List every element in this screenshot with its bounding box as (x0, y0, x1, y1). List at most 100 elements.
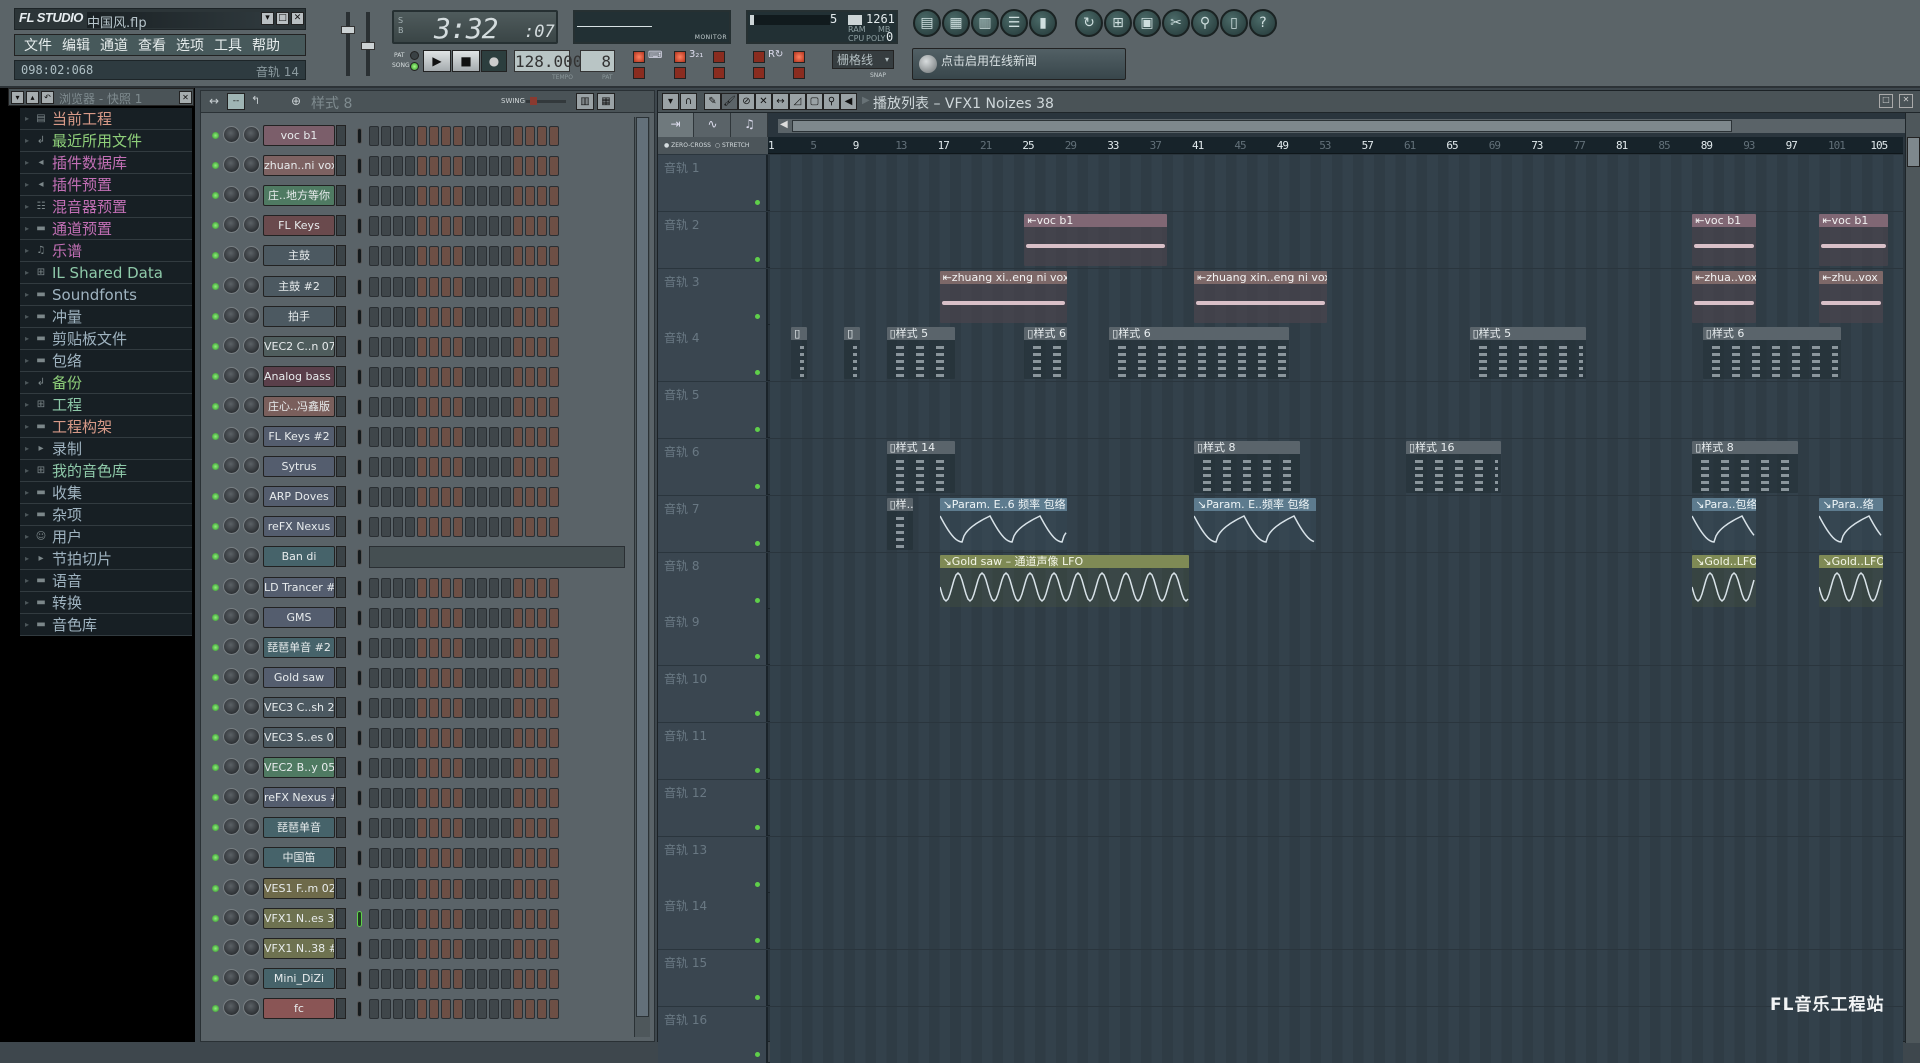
step-button[interactable] (477, 246, 487, 267)
browser-item[interactable]: ▸ ▬ 包络 (20, 350, 192, 372)
step-button[interactable] (369, 697, 379, 718)
step-button[interactable] (453, 878, 463, 899)
step-button[interactable] (393, 848, 403, 869)
step-button[interactable] (537, 246, 547, 267)
step-button[interactable] (489, 216, 499, 237)
browser-item[interactable]: ▸ ▬ 工程构架 (20, 416, 192, 438)
track-enable-led[interactable] (755, 427, 760, 433)
step-button[interactable] (441, 457, 451, 478)
step-button[interactable] (441, 697, 451, 718)
step-button[interactable] (513, 396, 523, 417)
channel-target-mixer[interactable] (336, 305, 346, 327)
step-button[interactable] (489, 246, 499, 267)
channel-volume-knob[interactable] (243, 457, 260, 475)
step-button[interactable] (477, 336, 487, 357)
channel-row[interactable]: 庄心..冯鑫版 (201, 392, 641, 422)
multilink-toggle[interactable] (793, 67, 805, 79)
step-button[interactable] (429, 938, 439, 959)
channel-row[interactable]: reFX Nexus #4 (201, 783, 641, 813)
browser-item[interactable]: ▸ ▬ 剪贴板文件 (20, 328, 192, 350)
channel-name-button[interactable]: reFX Nexus (263, 516, 335, 538)
step-button[interactable] (393, 487, 403, 508)
step-button[interactable] (525, 366, 535, 387)
channel-row[interactable]: VES1 F..m 020 (201, 874, 641, 904)
channel-volume-knob[interactable] (243, 366, 260, 384)
step-button[interactable] (465, 667, 475, 688)
track-enable-led[interactable] (755, 200, 760, 205)
countdown-toggle[interactable] (674, 51, 686, 63)
step-button[interactable] (441, 788, 451, 809)
tempo-display[interactable]: 128.000 (514, 50, 582, 72)
step-button[interactable] (549, 156, 559, 177)
step-button[interactable] (465, 186, 475, 207)
step-button[interactable] (417, 607, 427, 628)
track-lane[interactable]: ⇤zhuang xi..eng ni vox ⇤zhuang xin..eng n… (770, 268, 1903, 325)
step-button[interactable] (381, 908, 391, 929)
step-button[interactable] (453, 366, 463, 387)
channel-name-button[interactable]: fc (263, 997, 335, 1019)
step-button[interactable] (453, 998, 463, 1019)
menu-help[interactable]: 帮助 (247, 35, 285, 55)
track-enable-led[interactable] (755, 484, 760, 489)
step-button[interactable] (369, 577, 379, 598)
step-button[interactable] (489, 607, 499, 628)
step-button[interactable] (513, 667, 523, 688)
step-button[interactable] (465, 788, 475, 809)
step-button[interactable] (537, 577, 547, 598)
channel-pan-knob[interactable] (223, 366, 240, 384)
channel-row[interactable]: 庄..地方等你 (201, 181, 641, 211)
step-button[interactable] (489, 306, 499, 327)
step-button[interactable] (369, 848, 379, 869)
timeline-ruler[interactable]: 1 5 9 13 17 21 25 29 33 37 41 45 49 53 57 61 65 69 73 77 81 8… (768, 137, 1920, 154)
menu-edit[interactable]: 编辑 (57, 35, 95, 55)
audio-clip[interactable]: ⇤zhua..vox (1692, 270, 1756, 323)
channel-mute-led[interactable] (212, 493, 219, 501)
step-button[interactable] (441, 607, 451, 628)
track-header[interactable]: 音轨 12 (658, 779, 768, 836)
step-button[interactable] (489, 968, 499, 989)
channel-name-button[interactable]: VEC3 S..es 021 (263, 727, 335, 748)
expand-arrow-icon[interactable]: ▸ (20, 356, 34, 365)
audio-clip[interactable]: ⇤voc b1 (1692, 213, 1756, 266)
channel-mute-led[interactable] (212, 132, 219, 139)
step-button[interactable] (417, 517, 427, 538)
track-enable-led[interactable] (755, 540, 760, 546)
tab-audio[interactable]: ♫ (732, 113, 768, 137)
channel-pan-knob[interactable] (223, 547, 240, 565)
step-button[interactable] (393, 427, 403, 447)
step-button[interactable] (369, 517, 379, 538)
step-button[interactable] (405, 667, 415, 688)
slider-handle[interactable] (341, 26, 355, 34)
channel-volume-knob[interactable] (243, 156, 260, 174)
step-button[interactable] (525, 938, 535, 959)
channel-volume-knob[interactable] (243, 968, 260, 986)
channel-row[interactable]: VEC2 B..y 055 (201, 753, 641, 783)
step-button[interactable] (417, 758, 427, 779)
step-button[interactable] (453, 607, 463, 628)
step-button[interactable] (489, 366, 499, 387)
step-button[interactable] (453, 667, 463, 688)
step-button[interactable] (369, 336, 379, 357)
step-button[interactable] (525, 728, 535, 748)
step-button[interactable] (525, 156, 535, 177)
step-button[interactable] (489, 427, 499, 447)
channel-row[interactable]: 琵琶单音 (201, 813, 641, 843)
step-button[interactable] (501, 306, 511, 327)
channel-select-indicator[interactable] (357, 1000, 362, 1017)
step-button[interactable] (489, 396, 499, 417)
channel-mute-led[interactable] (212, 372, 219, 380)
stretch-toggle[interactable]: ○ STRETCH (713, 142, 750, 149)
step-button[interactable] (405, 788, 415, 809)
step-button[interactable] (549, 336, 559, 357)
step-button[interactable] (381, 697, 391, 718)
channel-row[interactable]: GMS (201, 603, 641, 633)
channel-target-mixer[interactable] (336, 516, 346, 538)
channel-mute-led[interactable] (212, 673, 219, 681)
step-button[interactable] (453, 938, 463, 959)
step-button[interactable] (393, 667, 403, 688)
channel-row[interactable]: LD Trancer #2 (201, 573, 641, 603)
step-button[interactable] (381, 186, 391, 207)
step-button[interactable] (393, 126, 403, 146)
channel-name-button[interactable]: 庄心..冯鑫版 (263, 395, 335, 417)
channel-select-indicator[interactable] (357, 368, 362, 385)
